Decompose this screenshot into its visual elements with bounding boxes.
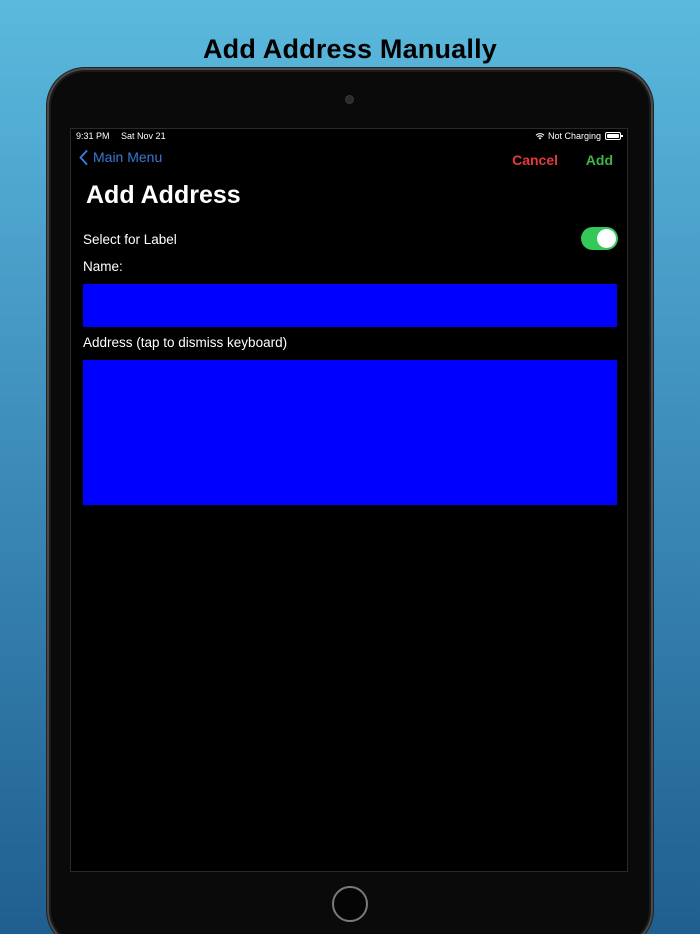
name-label: Name: — [83, 259, 123, 274]
name-input[interactable] — [83, 284, 617, 327]
app-screen: 9:31 PM Sat Nov 21 Not Charging Main Men… — [70, 128, 628, 872]
select-for-label-toggle[interactable] — [581, 227, 618, 250]
status-right: Not Charging — [535, 131, 623, 141]
cancel-button[interactable]: Cancel — [512, 152, 558, 168]
ipad-frame: 9:31 PM Sat Nov 21 Not Charging Main Men… — [47, 68, 653, 934]
status-left: 9:31 PM Sat Nov 21 — [76, 131, 175, 141]
home-button[interactable] — [332, 886, 368, 922]
back-button[interactable]: Main Menu — [79, 149, 162, 165]
address-input[interactable] — [83, 360, 617, 505]
chevron-left-icon — [79, 149, 88, 165]
promo-title: Add Address Manually — [202, 34, 498, 64]
toggle-label: Select for Label — [83, 232, 177, 247]
status-bar: 9:31 PM Sat Nov 21 Not Charging — [71, 129, 627, 143]
add-button[interactable]: Add — [586, 152, 613, 168]
status-time: 9:31 PM — [76, 131, 110, 141]
battery-icon — [605, 132, 623, 140]
wifi-icon — [535, 133, 545, 140]
charging-status: Not Charging — [547, 131, 601, 141]
navigation-bar: Main Menu Cancel Add — [71, 149, 627, 173]
label-toggle-row: Select for Label — [83, 227, 618, 251]
toggle-knob — [597, 229, 616, 248]
camera-icon — [346, 96, 353, 103]
page-title: Add Address — [86, 181, 241, 209]
address-label: Address (tap to dismiss keyboard) — [83, 335, 288, 350]
status-date: Sat Nov 21 — [121, 131, 166, 141]
back-button-label: Main Menu — [93, 149, 163, 165]
